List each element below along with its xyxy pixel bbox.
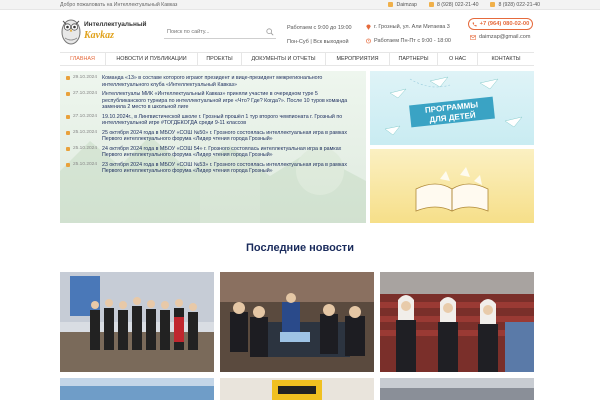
nav-item-news[interactable]: Новости и публикации [106, 53, 198, 65]
owl-logo-icon [61, 19, 81, 45]
news-item[interactable]: 27.10.2024 Интеллектуалы МИК «Интеллекту… [66, 91, 362, 111]
news-item[interactable]: 25.10.2024 23 октября 2024 года в МБОУ «… [66, 162, 362, 175]
news-card[interactable] [220, 378, 374, 400]
news-title[interactable]: Интеллектуалы МИК «Интеллектуальный Кавк… [102, 91, 362, 111]
search-input[interactable] [164, 26, 264, 38]
top-contact-whatsapp[interactable]: 8 (928) 022-21-40 [490, 2, 540, 8]
working-hours: Работаем с 9:00 до 19:00 Пон-Суб | Вск в… [287, 21, 352, 49]
welcome-text: Добро пожаловать на Интеллектуальный Кав… [60, 2, 178, 8]
news-date: 29.10.2024 [66, 75, 97, 88]
news-list: 29.10.2024 Команда «13» в составе которо… [66, 75, 362, 178]
news-date: 27.10.2024 [66, 114, 97, 127]
news-card-photo [380, 378, 534, 400]
whatsapp-icon [490, 2, 496, 7]
logo-text-bottom: Kavkaz [84, 30, 114, 41]
top-contact-telegram[interactable]: Daimzap [388, 2, 417, 8]
news-date: 27.10.2024 [66, 91, 97, 111]
mail-icon [470, 34, 476, 40]
news-item[interactable]: 27.10.2024 19.10.2024г., в Лингвистическ… [66, 114, 362, 127]
address-block: г. Грозный, ул. Али Митаева 3 Работаем П… [366, 20, 451, 48]
top-bar: Добро пожаловать на Интеллектуальный Кав… [0, 0, 600, 10]
news-date: 25.10.2024 [66, 130, 97, 143]
phone-button[interactable]: +7 (964) 080-02-00 [468, 18, 533, 30]
news-title[interactable]: 23 октября 2024 года в МБОУ «СОШ №53» г.… [102, 162, 362, 175]
reading-banner[interactable] [370, 149, 534, 223]
nav-item-home[interactable]: Главная [60, 53, 106, 65]
news-title[interactable]: Команда «13» в составе которого играют п… [102, 75, 362, 88]
nav-item-events[interactable]: Мероприятия [326, 53, 390, 65]
main-nav: Главная Новости и публикации Проекты Док… [60, 52, 534, 66]
telegram-icon [388, 2, 394, 7]
site-header: Интеллектуальный Kavkaz Работаем с 9:00 … [0, 10, 600, 52]
email-link[interactable]: daimzap@gmail.com [470, 34, 530, 40]
news-card[interactable] [380, 378, 534, 400]
news-card[interactable] [380, 272, 534, 372]
latest-news-grid-row-2 [60, 378, 534, 400]
kids-programs-banner[interactable]: Программы для детей [370, 71, 534, 145]
news-title[interactable]: 24 октября 2024 года в МБОУ «СОШ 54» г. … [102, 146, 362, 159]
nav-item-documents[interactable]: Документы и отчеты [242, 53, 326, 65]
news-date: 25.10.2024 [66, 146, 97, 159]
phone-icon [428, 2, 434, 7]
news-card-photo [220, 378, 374, 400]
nav-item-projects[interactable]: Проекты [198, 53, 242, 65]
nav-item-contacts[interactable]: Контакты [478, 53, 534, 65]
phone-icon [472, 21, 477, 26]
news-title[interactable]: 25 октября 2024 года в МБОУ «СОШ №50» г.… [102, 130, 362, 143]
nav-item-about[interactable]: О нас [438, 53, 478, 65]
news-item[interactable]: 25.10.2024 25 октября 2024 года в МБОУ «… [66, 130, 362, 143]
nav-item-partners[interactable]: Партнеры [390, 53, 438, 65]
search-icon[interactable] [266, 28, 274, 36]
address-line: г. Грозный, ул. Али Митаева 3 [366, 20, 451, 34]
news-card-photo [60, 272, 214, 372]
news-card-photo [380, 272, 534, 372]
site-logo[interactable]: Интеллектуальный Kavkaz [60, 12, 170, 50]
hero-news-panel: 29.10.2024 Команда «13» в составе которо… [60, 71, 366, 223]
latest-news-grid [60, 272, 534, 372]
open-book-illustration [415, 167, 489, 212]
news-card[interactable] [220, 272, 374, 372]
news-card[interactable] [60, 378, 214, 400]
news-item[interactable]: 25.10.2024 24 октября 2024 года в МБОУ «… [66, 146, 362, 159]
hours-line-2: Пон-Суб | Вск выходной [287, 39, 349, 45]
news-date: 25.10.2024 [66, 162, 97, 175]
latest-news-title: Последние новости [246, 242, 354, 254]
hours-line-1: Работаем с 9:00 до 19:00 [287, 25, 352, 31]
news-card[interactable] [60, 272, 214, 372]
top-contacts: Daimzap 8 (928) 022-21-40 8 (928) 022-21… [388, 2, 540, 8]
news-card-photo [220, 272, 374, 372]
clock-icon [366, 38, 371, 44]
logo-text-top: Интеллектуальный [84, 21, 147, 28]
news-title[interactable]: 19.10.2024г., в Лингвистической школе г.… [102, 114, 362, 127]
schedule-line: Работаем Пн-Пт с 9:00 - 18:00 [366, 34, 451, 48]
search-box [164, 26, 276, 39]
top-contact-phone[interactable]: 8 (928) 022-21-40 [428, 2, 478, 8]
news-card-photo [60, 378, 214, 400]
news-item[interactable]: 29.10.2024 Команда «13» в составе которо… [66, 75, 362, 88]
location-pin-icon [366, 24, 371, 30]
